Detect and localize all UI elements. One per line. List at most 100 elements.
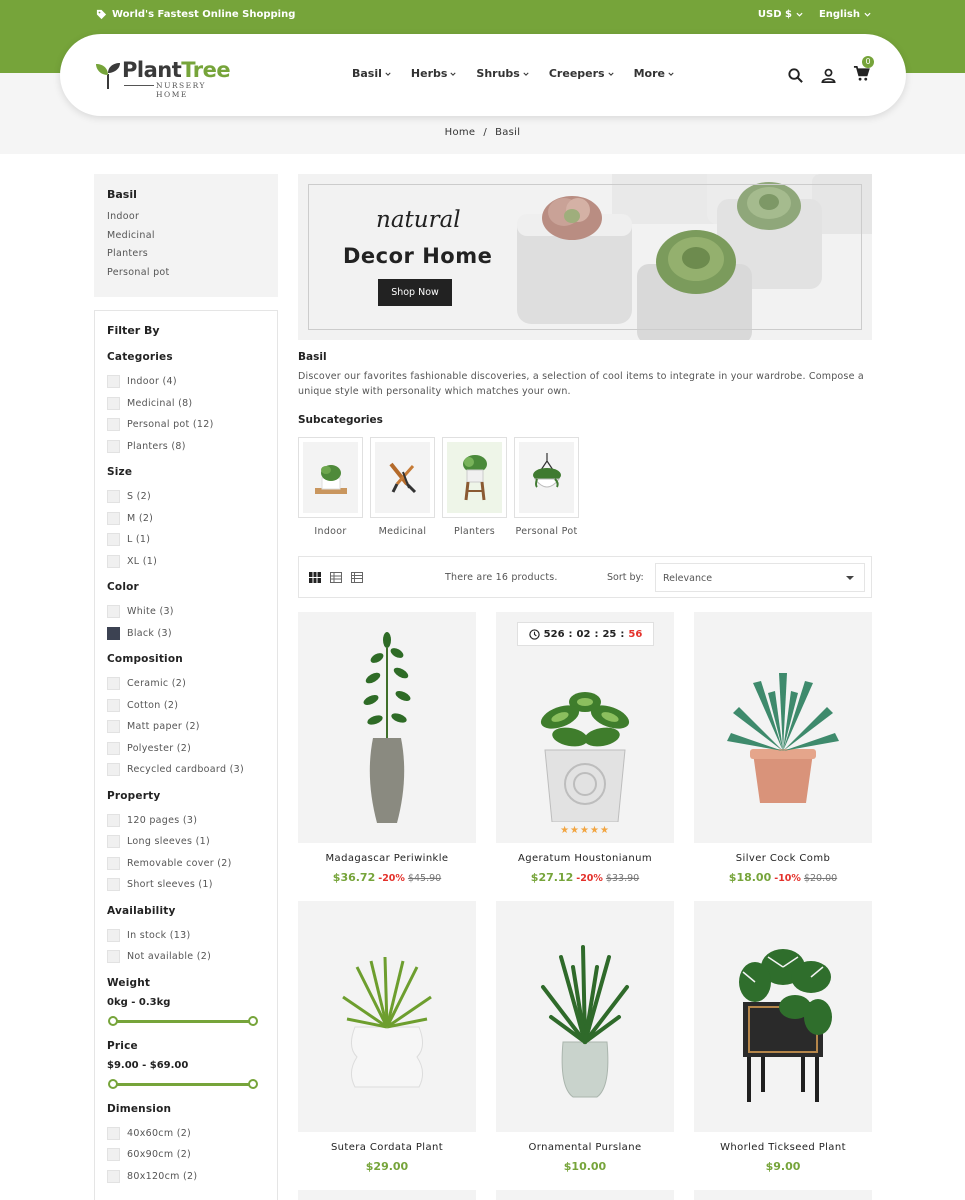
price-slider[interactable]: [108, 1078, 258, 1091]
nav-item-herbs[interactable]: Herbs: [411, 67, 457, 80]
category-link-medicinal[interactable]: Medicinal: [107, 230, 265, 249]
subcategory-thumbnail[interactable]: [298, 437, 363, 518]
product-card-partial[interactable]: [694, 1190, 872, 1200]
filter-option[interactable]: Indoor (4): [107, 371, 265, 393]
subcategory-personal-pot[interactable]: Personal Pot: [514, 437, 579, 537]
checkbox[interactable]: [107, 950, 120, 964]
shop-now-button[interactable]: Shop Now: [378, 279, 452, 306]
color-swatch-black[interactable]: [107, 626, 120, 640]
checkbox[interactable]: [107, 813, 120, 827]
checkbox[interactable]: [107, 698, 120, 712]
product-name[interactable]: Silver Cock Comb: [694, 853, 872, 864]
product-card[interactable]: Madagascar Periwinkle $36.72 -20% $45.90: [298, 612, 476, 884]
slider-handle-max[interactable]: [248, 1015, 258, 1026]
subcategory-label[interactable]: Medicinal: [370, 526, 435, 537]
subcategory-label[interactable]: Personal Pot: [514, 526, 579, 537]
checkbox[interactable]: [107, 878, 120, 892]
filter-option[interactable]: Black (3): [107, 623, 265, 645]
currency-selector[interactable]: USD $: [758, 9, 803, 20]
subcategory-thumbnail[interactable]: [514, 437, 579, 518]
grid-view-icon[interactable]: [309, 572, 321, 583]
checkbox[interactable]: [107, 511, 120, 525]
sort-dropdown[interactable]: Relevance: [655, 563, 865, 592]
checkbox[interactable]: [107, 490, 120, 504]
filter-option[interactable]: White (3): [107, 601, 265, 623]
filter-option[interactable]: Cotton (2): [107, 695, 265, 717]
category-tree-title[interactable]: Basil: [107, 188, 265, 201]
slider-handle-min[interactable]: [108, 1015, 118, 1026]
checkbox[interactable]: [107, 928, 120, 942]
product-name[interactable]: Ornamental Purslane: [496, 1142, 674, 1153]
subcategory-thumbnail[interactable]: [442, 437, 507, 518]
nav-item-creepers[interactable]: Creepers: [549, 67, 614, 80]
filter-option[interactable]: M (2): [107, 508, 265, 530]
product-card[interactable]: Ornamental Purslane $10.00: [496, 901, 674, 1173]
search-icon[interactable]: [787, 67, 804, 84]
filter-option[interactable]: L (1): [107, 529, 265, 551]
filter-option[interactable]: Long sleeves (1): [107, 831, 265, 853]
product-name[interactable]: Ageratum Houstonianum: [496, 853, 674, 864]
filter-option[interactable]: Short sleeves (1): [107, 874, 265, 896]
product-image[interactable]: [694, 612, 872, 843]
checkbox[interactable]: [107, 533, 120, 547]
filter-option[interactable]: Ceramic (2): [107, 673, 265, 695]
checkbox[interactable]: [107, 720, 120, 734]
subcategory-label[interactable]: Planters: [442, 526, 507, 537]
product-image[interactable]: [298, 901, 476, 1132]
product-image[interactable]: 526: 02: 25: 56 ★★★★★: [496, 612, 674, 843]
slider-handle-max[interactable]: [248, 1078, 258, 1089]
filter-option[interactable]: Polyester (2): [107, 738, 265, 760]
product-name[interactable]: Sutera Cordata Plant: [298, 1142, 476, 1153]
filter-option[interactable]: 120 pages (3): [107, 810, 265, 832]
subcategory-planters[interactable]: Planters: [442, 437, 507, 537]
checkbox[interactable]: [107, 375, 120, 389]
nav-item-shrubs[interactable]: Shrubs: [476, 67, 529, 80]
product-card[interactable]: Silver Cock Comb $18.00 -10% $20.00: [694, 612, 872, 884]
checkbox[interactable]: [107, 741, 120, 755]
checkbox[interactable]: [107, 439, 120, 453]
user-icon[interactable]: [820, 67, 837, 84]
filter-option[interactable]: Matt paper (2): [107, 716, 265, 738]
logo[interactable]: PlantTree NURSERY HOME: [94, 58, 234, 99]
checkbox[interactable]: [107, 554, 120, 568]
language-selector[interactable]: English: [819, 9, 871, 20]
product-image[interactable]: [694, 901, 872, 1132]
nav-item-basil[interactable]: Basil: [352, 67, 391, 80]
subcategory-thumbnail[interactable]: [370, 437, 435, 518]
product-image[interactable]: [298, 612, 476, 843]
filter-option[interactable]: Personal pot (12): [107, 414, 265, 436]
checkbox[interactable]: [107, 1148, 120, 1162]
filter-option[interactable]: S (2): [107, 486, 265, 508]
category-link-planters[interactable]: Planters: [107, 248, 265, 267]
product-name[interactable]: Whorled Tickseed Plant: [694, 1142, 872, 1153]
weight-slider[interactable]: [108, 1015, 258, 1028]
subcategory-label[interactable]: Indoor: [298, 526, 363, 537]
slider-handle-min[interactable]: [108, 1078, 118, 1089]
subcategory-medicinal[interactable]: Medicinal: [370, 437, 435, 537]
subcategory-indoor[interactable]: Indoor: [298, 437, 363, 537]
nav-item-more[interactable]: More: [634, 67, 674, 80]
product-card-partial[interactable]: [496, 1190, 674, 1200]
filter-option[interactable]: 80x120cm (2): [107, 1166, 265, 1188]
product-card-partial[interactable]: [298, 1190, 476, 1200]
table-view-icon[interactable]: [351, 572, 363, 583]
checkbox[interactable]: [107, 763, 120, 777]
category-link-indoor[interactable]: Indoor: [107, 211, 265, 230]
category-banner[interactable]: natural Decor Home Shop Now: [298, 174, 872, 340]
filter-option[interactable]: Removable cover (2): [107, 853, 265, 875]
checkbox[interactable]: [107, 1126, 120, 1140]
checkbox[interactable]: [107, 856, 120, 870]
breadcrumb-home[interactable]: Home: [445, 127, 476, 138]
category-link-personal-pot[interactable]: Personal pot: [107, 267, 265, 286]
filter-option[interactable]: Not available (2): [107, 946, 265, 968]
checkbox[interactable]: [107, 396, 120, 410]
checkbox[interactable]: [107, 677, 120, 691]
product-card[interactable]: Sutera Cordata Plant $29.00: [298, 901, 476, 1173]
product-image[interactable]: [496, 901, 674, 1132]
checkbox[interactable]: [107, 1169, 120, 1183]
product-card[interactable]: 526: 02: 25: 56 ★★★★★ Ageratum Houstonia…: [496, 612, 674, 884]
color-swatch-white[interactable]: [107, 605, 120, 619]
filter-option[interactable]: Recycled cardboard (3): [107, 759, 265, 781]
filter-option[interactable]: In stock (13): [107, 925, 265, 947]
product-card[interactable]: Whorled Tickseed Plant $9.00: [694, 901, 872, 1173]
